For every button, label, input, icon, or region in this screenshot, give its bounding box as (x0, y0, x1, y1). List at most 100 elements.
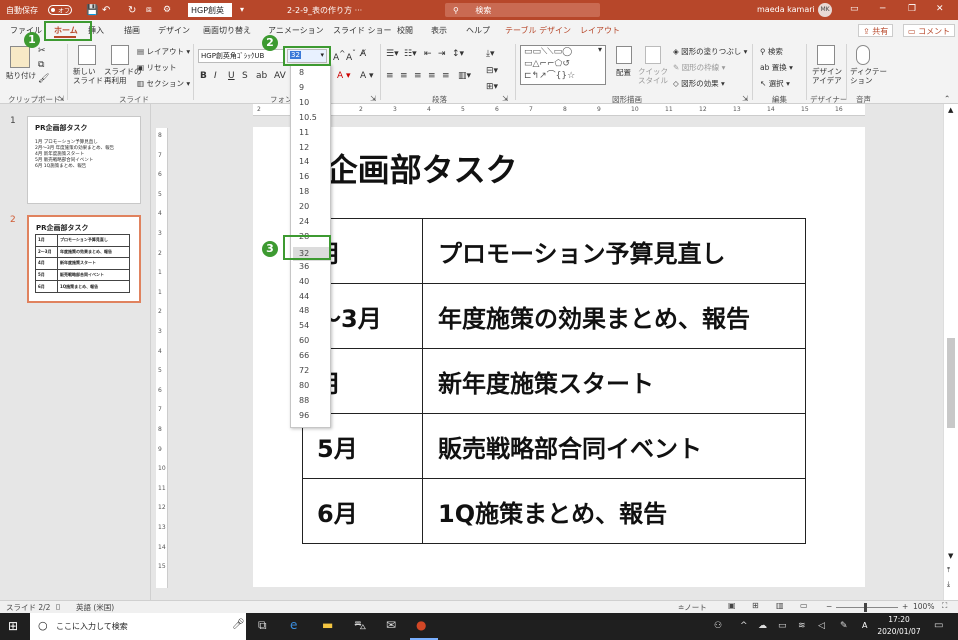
font-size-option[interactable]: 88 (299, 396, 309, 405)
font-size-option[interactable]: 8 (299, 68, 304, 77)
tray-arrow-icon[interactable]: ^ (740, 621, 748, 631)
font-size-option[interactable]: 66 (299, 351, 309, 360)
font-size-option[interactable]: 18 (299, 187, 309, 196)
font-size-option[interactable]: 16 (299, 172, 309, 181)
slide-table[interactable]: 月プロモーション予算見直し ～3月年度施策の効果まとめ、報告 月新年度施策スター… (302, 218, 806, 544)
font-size-option[interactable]: 11 (299, 128, 309, 137)
arrange-button[interactable]: 配置 (616, 67, 631, 78)
font-size-option[interactable]: 36 (299, 262, 309, 271)
customize-icon[interactable]: ⚙ (163, 5, 171, 15)
qat-font-box[interactable]: HGP創英 (188, 3, 232, 17)
font-launcher-icon[interactable]: ⇲ (370, 94, 376, 103)
reuse-slide-icon[interactable] (111, 45, 129, 65)
microphone-icon[interactable]: 🎤︎ (232, 619, 245, 630)
normal-view-icon[interactable]: ▣ (728, 601, 736, 610)
font-size-option[interactable]: 72 (299, 366, 309, 375)
font-size-option[interactable]: 54 (299, 321, 309, 330)
pen-workspace-icon[interactable]: ✎ (840, 621, 848, 631)
slide-thumbnail-2[interactable]: PR企画部タスク 1月 プロモーション予算見直し 2～3月 年度施策の効果まとめ、報… (27, 215, 141, 303)
font-size-option[interactable]: 14 (299, 157, 309, 166)
font-size-option[interactable]: 9 (299, 83, 304, 92)
bold-icon[interactable]: B (200, 71, 207, 81)
slideshow-view-icon[interactable]: ▭ (800, 601, 808, 610)
vertical-scrollbar[interactable]: ▲ ▼ ⤒ ⤓ (943, 104, 958, 600)
dictate-button[interactable]: ディクテー ション (850, 67, 887, 85)
comment-button[interactable]: ▭ コメント (903, 24, 956, 37)
font-size-option[interactable]: 60 (299, 336, 309, 345)
tab-help[interactable]: ヘルプ (466, 25, 490, 36)
zoom-out-icon[interactable]: − (826, 602, 832, 611)
share-button[interactable]: ⇪ 共有 (858, 24, 894, 37)
select-button[interactable]: ↖ 選択 ▾ (760, 78, 790, 89)
font-color-icon[interactable]: A ▾ (337, 71, 351, 81)
vertical-ruler[interactable]: 8 7 6 5 4 3 2 1 1 2 3 4 5 6 7 8 9 10 11 12 13 14 15 (156, 128, 168, 588)
undo-icon[interactable]: ↶ (102, 5, 110, 16)
ime-indicator[interactable]: A (862, 621, 867, 630)
tab-animations[interactable]: アニメーション (268, 25, 324, 36)
drawing-launcher-icon[interactable]: ⇲ (742, 94, 748, 103)
font-name-input[interactable]: HGP創英角ｺﾞｼｯｸUB (198, 49, 284, 63)
font-size-option[interactable]: 20 (299, 202, 309, 211)
next-slide-icon[interactable]: ⤓ (947, 580, 950, 589)
font-size-option[interactable]: 40 (299, 277, 309, 286)
present-icon[interactable]: ⧈ (146, 5, 152, 15)
volume-icon[interactable]: ◁ (818, 621, 825, 631)
tab-draw[interactable]: 描画 (124, 25, 140, 36)
shape-fill-button[interactable]: ◈ 図形の塗りつぶし ▾ (673, 46, 747, 57)
tab-table-design[interactable]: テーブル デザイン (505, 25, 571, 36)
powerpoint-icon[interactable]: ● (416, 618, 426, 632)
prev-slide-icon[interactable]: ⤒ (947, 566, 950, 575)
new-slide-button[interactable]: 新しい スライド (73, 67, 103, 85)
onedrive-icon[interactable]: ☁ (758, 621, 767, 631)
tab-view[interactable]: 表示 (431, 25, 447, 36)
edge-icon[interactable]: e (290, 618, 297, 632)
scroll-down-icon[interactable]: ▼ (948, 552, 953, 560)
store-icon[interactable]: ⛍ (354, 618, 366, 634)
minimize-icon[interactable]: ─ (880, 4, 885, 14)
slide-canvas[interactable]: R企画部タスク 月プロモーション予算見直し ～3月年度施策の効果まとめ、報告 月… (253, 127, 865, 587)
shape-effect-button[interactable]: ◇ 図形の効果 ▾ (673, 78, 725, 89)
taskbar-search[interactable]: ○ ここに入力して検索 🎤︎ (30, 613, 246, 640)
slide-thumbnail-1[interactable]: PR企画部タスク 1月 プロモーション予算見直し 2月～3月 年度施策の効果まと… (27, 116, 141, 204)
new-slide-icon[interactable] (78, 45, 96, 65)
table-cell[interactable]: 1Q施策まとめ、報告 (422, 478, 806, 544)
redo-icon[interactable]: ↻ (128, 5, 136, 16)
search-box[interactable]: ⚲ 検索 (445, 3, 600, 17)
microphone-icon[interactable] (856, 45, 870, 65)
paste-icon[interactable] (10, 46, 30, 68)
section-button[interactable]: ▥ セクション ▾ (137, 78, 190, 89)
designer-icon[interactable] (817, 45, 835, 65)
language-status[interactable]: 英語 (米国) (76, 602, 114, 613)
zoom-level[interactable]: 100% (913, 602, 934, 611)
quick-style-button[interactable]: クイック スタイル (638, 67, 668, 85)
slide-sorter-icon[interactable]: ⊞ (752, 601, 759, 610)
copy-icon[interactable]: ⧉ (38, 60, 44, 70)
shrink-font-icon[interactable]: Aˇ (346, 49, 356, 63)
spellcheck-icon[interactable]: ▯ (56, 602, 60, 611)
char-spacing-icon[interactable]: AV (274, 71, 286, 81)
designer-button[interactable]: デザイン アイデア (812, 67, 842, 85)
notification-icon[interactable]: ▭ (934, 620, 943, 631)
numbering-icon[interactable]: ☷▾ (404, 49, 417, 59)
table-cell[interactable]: 新年度施策スタート (422, 348, 806, 414)
line-spacing-icon[interactable]: ↕▾ (452, 49, 464, 59)
slide-title[interactable]: R企画部タスク (301, 145, 518, 191)
table-cell[interactable]: 販売戦略部合同イベント (422, 413, 806, 479)
reuse-slide-button[interactable]: スライドの 再利用 (104, 67, 142, 85)
underline-icon[interactable]: U (228, 71, 235, 81)
clock-date[interactable]: 2020/01/07 (874, 627, 924, 636)
paragraph-launcher-icon[interactable]: ⇲ (502, 94, 508, 103)
avatar[interactable]: MK (818, 3, 832, 17)
font-size-option[interactable]: 96 (299, 411, 309, 420)
file-explorer-icon[interactable]: ▬ (322, 618, 333, 632)
cut-icon[interactable]: ✂ (38, 46, 46, 56)
tab-review[interactable]: 校閲 (397, 25, 413, 36)
text-direction-icon[interactable]: ⤓▾ (486, 49, 495, 59)
bullets-icon[interactable]: ☰▾ (386, 49, 399, 59)
ribbon-display-icon[interactable]: ▭ (850, 4, 859, 14)
paste-button[interactable]: 貼り付け (6, 70, 36, 81)
clipboard-launcher-icon[interactable]: ⇲ (58, 94, 64, 103)
distribute-icon[interactable]: ≡ (442, 71, 450, 81)
layout-button[interactable]: ▤ レイアウト ▾ (137, 46, 190, 57)
font-size-option[interactable]: 80 (299, 381, 309, 390)
